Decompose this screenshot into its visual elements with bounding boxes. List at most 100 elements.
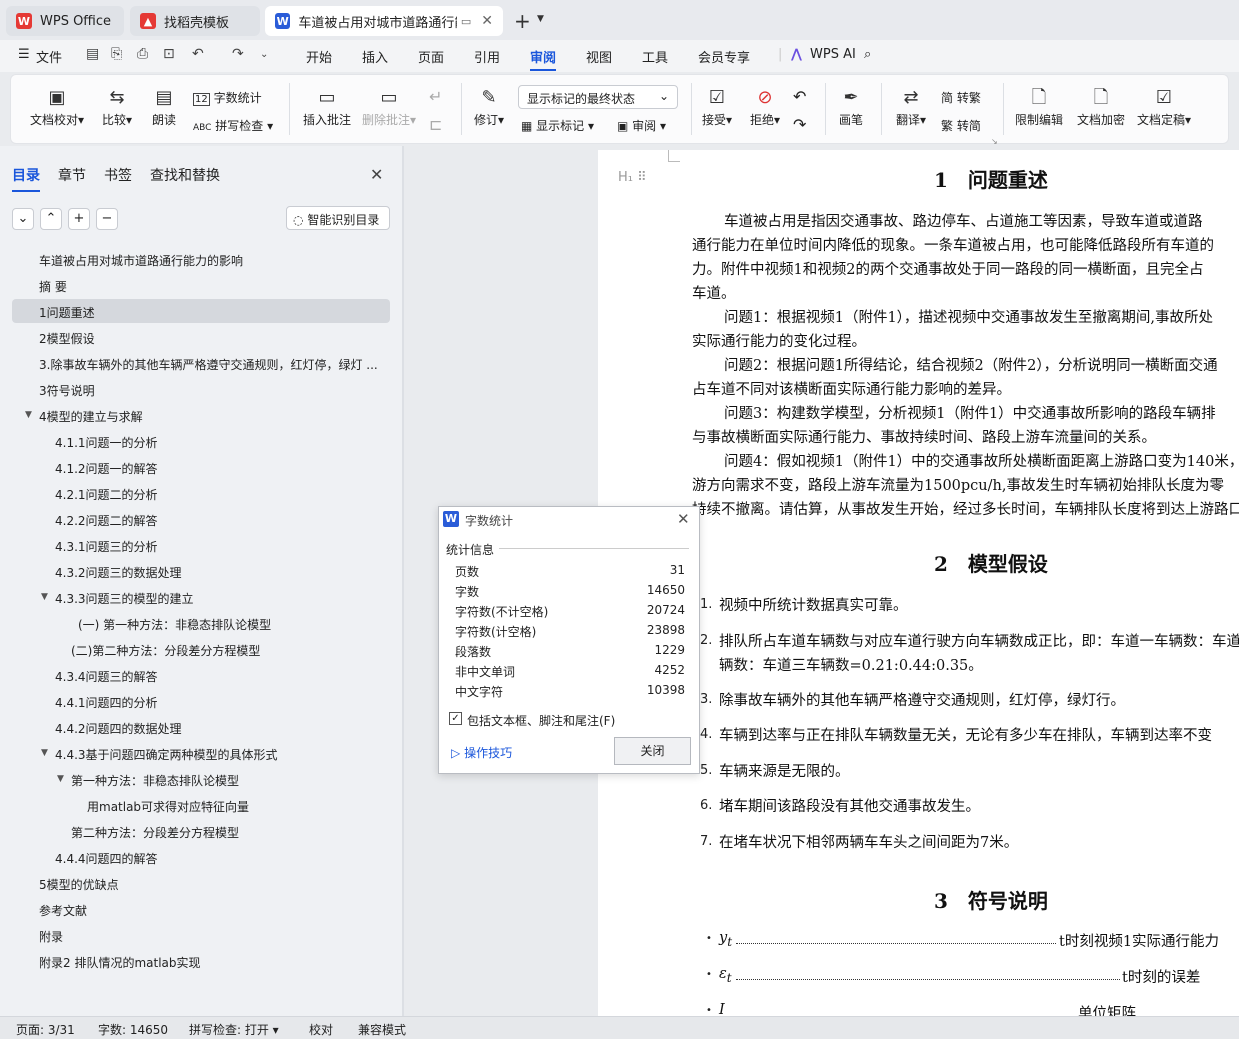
toc-item[interactable]: 摘 要	[39, 278, 67, 295]
insert-comment-button[interactable]: ▭ 插入批注	[299, 85, 355, 128]
tab-document[interactable]: W 车道被占用对城市道路通行能力的影响 ▭ ✕	[265, 6, 503, 36]
chevron-down-icon[interactable]: ▼	[537, 14, 544, 24]
toc-item[interactable]: 第一种方法：非稳态排队论模型	[71, 772, 239, 789]
search-icon[interactable]: ⌕	[864, 47, 871, 62]
close-nav-icon[interactable]: ✕	[370, 165, 383, 184]
status-proofread[interactable]: 校对	[309, 1021, 333, 1038]
include-textbox-checkbox[interactable]: ✓	[449, 712, 462, 725]
toc-item-selected[interactable]: 1问题重述	[39, 304, 95, 321]
dialog-titlebar[interactable]: W 字数统计 ✕	[439, 507, 699, 533]
proofread-button[interactable]: ▣ 文档校对▾	[29, 85, 85, 128]
encrypt-button[interactable]: 🗋 文档加密	[1073, 85, 1129, 128]
read-aloud-button[interactable]: ▤ 朗读	[147, 85, 181, 128]
expand-arrow-icon[interactable]: ▼	[41, 748, 48, 758]
menu-member[interactable]: 会员专享	[698, 47, 750, 66]
close-button[interactable]: 关闭	[614, 737, 691, 765]
new-tab-icon[interactable]: +	[514, 9, 531, 33]
tab-wps-office[interactable]: W WPS Office	[6, 6, 124, 36]
nav-tab-find-replace[interactable]: 查找和替换	[150, 165, 220, 185]
redo-icon[interactable]: ↷	[232, 46, 244, 62]
pen-button[interactable]: ✒ 画笔	[833, 85, 869, 128]
menu-icon[interactable]: ☰	[18, 47, 30, 62]
next-comment-icon[interactable]: ⊏	[429, 115, 442, 134]
status-page[interactable]: 页面: 3/31	[16, 1021, 75, 1038]
accept-button[interactable]: ☑ 接受▾	[697, 85, 737, 128]
toc-item[interactable]: 4.4.1问题四的分析	[55, 694, 158, 711]
toc-item[interactable]: 4模型的建立与求解	[39, 408, 143, 425]
prev-comment-icon[interactable]: ↵	[429, 87, 442, 106]
menu-page[interactable]: 页面	[418, 47, 444, 66]
collapse-down-button[interactable]: ⌄	[12, 208, 34, 230]
expand-arrow-icon[interactable]: ▼	[25, 410, 32, 420]
reject-button[interactable]: ⊘ 拒绝▾	[745, 85, 785, 128]
delete-comment-button[interactable]: ▭ 删除批注▾	[359, 85, 419, 128]
compare-button[interactable]: ⇆ 比较▾	[97, 85, 137, 128]
print-preview-icon[interactable]: ⊡	[163, 46, 175, 62]
toc-item[interactable]: 3.除事故车辆外的其他车辆严格遵守交通规则，红灯停，绿灯 ...	[39, 356, 379, 373]
toc-item[interactable]: 附录	[39, 928, 63, 945]
menu-insert[interactable]: 插入	[362, 47, 388, 66]
group-expand-icon[interactable]: ↘	[991, 137, 998, 146]
toc-item[interactable]: 4.3.3问题三的模型的建立	[55, 590, 194, 607]
tips-link[interactable]: ▷ 操作技巧	[451, 744, 512, 761]
toc-item[interactable]: 4.1.2问题一的解答	[55, 460, 158, 477]
toc-item[interactable]: 2模型假设	[39, 330, 95, 347]
menu-file[interactable]: 文件	[36, 47, 62, 66]
toc-item[interactable]: 4.4.4问题四的解答	[55, 850, 158, 867]
toc-item[interactable]: 4.4.2问题四的数据处理	[55, 720, 182, 737]
nav-tab-toc[interactable]: 目录	[12, 165, 40, 192]
menu-start[interactable]: 开始	[306, 47, 332, 66]
toc-item[interactable]: 4.2.2问题二的解答	[55, 512, 158, 529]
more-chevron-icon[interactable]: ⌄	[260, 49, 268, 60]
next-change-icon[interactable]: ↷	[793, 115, 806, 134]
save-icon[interactable]: ▤	[86, 46, 99, 62]
menu-review[interactable]: 审阅	[530, 47, 557, 71]
toc-item[interactable]: (二)第二种方法：分段差分方程模型	[71, 642, 260, 659]
toc-item[interactable]: 附录2 排队情况的matlab实现	[39, 954, 201, 971]
show-markup-button[interactable]: ▦ 显示标记 ▾	[521, 117, 594, 134]
nav-tab-bookmarks[interactable]: 书签	[104, 165, 132, 185]
expand-arrow-icon[interactable]: ▼	[57, 774, 64, 784]
menu-tools[interactable]: 工具	[642, 47, 668, 66]
toc-item[interactable]: 4.1.1问题一的分析	[55, 434, 158, 451]
toc-item[interactable]: 4.2.1问题二的分析	[55, 486, 158, 503]
close-tab-icon[interactable]: ✕	[481, 13, 493, 29]
print-icon[interactable]: ⎙	[137, 46, 148, 62]
toc-item[interactable]: 4.3.1问题三的分析	[55, 538, 158, 555]
markup-mode-select[interactable]: 显示标记的最终状态 ⌄	[518, 85, 678, 109]
translate-button[interactable]: ⇄ 翻译▾	[889, 85, 933, 128]
spell-check-button[interactable]: ABC 拼写检查 ▾	[193, 117, 273, 134]
finalize-button[interactable]: ☑ 文档定稿▾	[1133, 85, 1195, 128]
simplified-to-traditional-button[interactable]: 简 转繁	[941, 89, 981, 106]
remove-heading-button[interactable]: −	[96, 208, 118, 230]
smart-toc-button[interactable]: ◌ 智能识别目录	[286, 206, 390, 230]
toc-item[interactable]: 第二种方法：分段差分方程模型	[71, 824, 239, 841]
review-pane-button[interactable]: ▣ 审阅 ▾	[617, 117, 666, 134]
tab-find-template[interactable]: ▲ 找稻壳模板	[130, 6, 260, 36]
menu-view[interactable]: 视图	[586, 47, 612, 66]
toc-item[interactable]: 5模型的优缺点	[39, 876, 119, 893]
toc-item[interactable]: 4.3.2问题三的数据处理	[55, 564, 182, 581]
toc-item[interactable]: 车道被占用对城市道路通行能力的影响	[39, 252, 243, 269]
toc-item[interactable]: 3符号说明	[39, 382, 95, 399]
toc-item[interactable]: (一) 第一种方法：非稳态排队论模型	[78, 616, 271, 633]
monitor-icon[interactable]: ▭	[461, 15, 471, 28]
heading-style-icon[interactable]: H₁ ⠿	[618, 170, 647, 185]
traditional-to-simplified-button[interactable]: 繁 转简	[941, 117, 981, 134]
status-spell-check[interactable]: 拼写检查: 打开 ▾	[189, 1021, 279, 1038]
collapse-up-button[interactable]: ⌃	[40, 208, 62, 230]
nav-tab-sections[interactable]: 章节	[58, 165, 86, 185]
add-heading-button[interactable]: +	[68, 208, 90, 230]
toc-item[interactable]: 用matlab可求得对应特征向量	[87, 798, 249, 815]
restrict-edit-button[interactable]: 🗋 限制编辑	[1011, 85, 1067, 128]
expand-arrow-icon[interactable]: ▼	[41, 592, 48, 602]
undo-icon[interactable]: ↶	[192, 46, 204, 62]
menu-reference[interactable]: 引用	[474, 47, 500, 66]
toc-item[interactable]: 参考文献	[39, 902, 87, 919]
revise-button[interactable]: ✎ 修订▾	[469, 85, 509, 128]
status-word-count[interactable]: 字数: 14650	[98, 1021, 168, 1038]
menu-wps-ai[interactable]: WPS AI	[810, 47, 856, 62]
toc-item[interactable]: 4.4.3基于问题四确定两种模型的具体形式	[55, 746, 278, 763]
export-icon[interactable]: ⎘	[111, 46, 122, 62]
word-count-button[interactable]: 12 字数统计	[193, 89, 262, 106]
